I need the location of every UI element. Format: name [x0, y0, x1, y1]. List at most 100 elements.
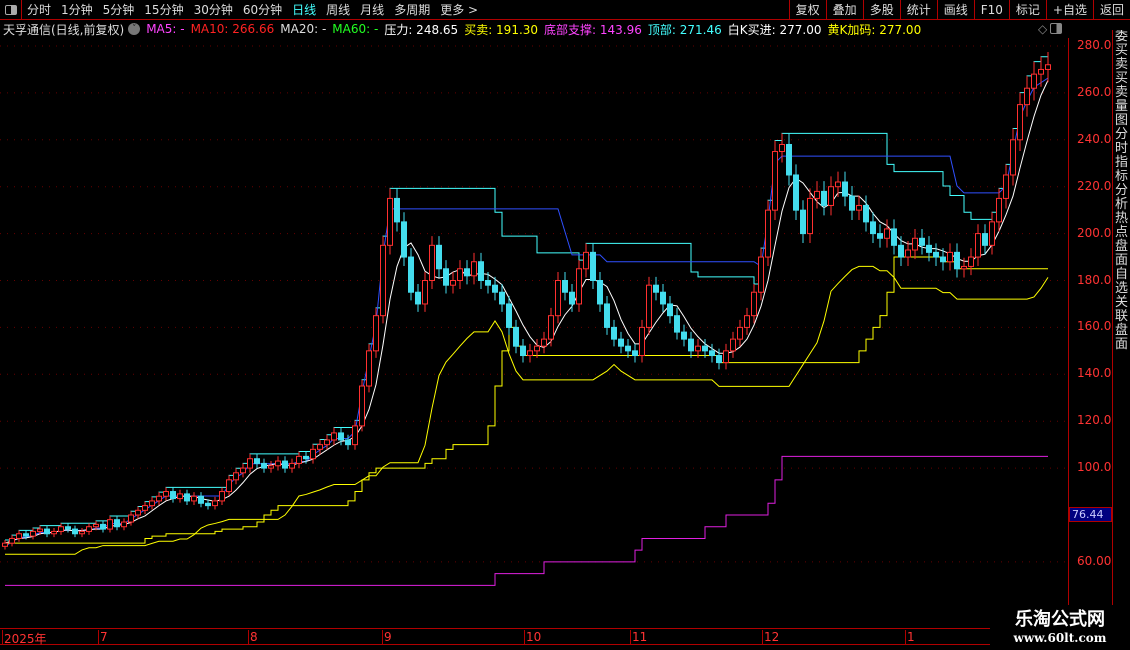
period-tab[interactable]: 多周期	[389, 1, 435, 18]
toolbar-button[interactable]: 统计	[899, 0, 937, 20]
candle-body	[296, 455, 302, 464]
period-tab[interactable]: 15分钟	[139, 1, 188, 18]
candle-body	[961, 265, 967, 270]
chevron-down-icon[interactable]: ˅	[128, 23, 141, 35]
candle-body	[16, 533, 22, 539]
period-tab[interactable]: 日线	[287, 1, 321, 18]
diamond-icon[interactable]: ◇	[1038, 22, 1047, 36]
period-tab[interactable]: 60分钟	[238, 1, 287, 18]
candle-body	[191, 495, 197, 502]
candle-body	[758, 256, 764, 293]
candle-body	[100, 523, 106, 530]
price-axis: 280.0 260.0 240.0 220.0 200.0 180.0 160.0 140.0…	[1068, 38, 1112, 628]
candle-body	[345, 439, 351, 446]
period-tab[interactable]: 1分钟	[56, 1, 98, 18]
panel-toggle-button[interactable]	[0, 0, 22, 20]
toolbar-button[interactable]: F10	[973, 0, 1009, 20]
toolbar-button[interactable]: 返回	[1092, 0, 1130, 20]
toolbar-button[interactable]: 多股	[862, 0, 900, 20]
toolbar-button[interactable]: 复权	[788, 0, 826, 20]
candle-body	[401, 221, 407, 258]
candle-body	[338, 432, 344, 441]
candle-body	[548, 315, 554, 340]
candle-body	[436, 244, 442, 270]
candle-body	[926, 244, 932, 253]
candle-body	[408, 256, 414, 293]
candle-body	[814, 190, 820, 199]
candle-body	[1038, 68, 1044, 75]
candle-body	[317, 444, 323, 450]
toolbar-button[interactable]: +自选	[1045, 0, 1093, 20]
period-tab[interactable]: 分时	[22, 1, 56, 18]
candle-body	[58, 526, 64, 532]
ma5-value: MA5: -	[146, 22, 185, 36]
candle-body	[478, 261, 484, 282]
candle-body	[163, 491, 169, 497]
period-tab[interactable]: 月线	[355, 1, 389, 18]
candle-body	[1031, 73, 1037, 89]
candle-body	[254, 458, 260, 464]
candle-body	[499, 291, 505, 305]
period-toolbar: 分时 1分钟 5分钟 15分钟 30分钟 60分钟 日线 周线 月线 多周期 更多 > 复权 叠加 多股…	[0, 0, 1130, 20]
period-tab[interactable]: 30分钟	[189, 1, 238, 18]
side-panel-tabs[interactable]: 委买卖买卖量图分时指标分析热点盘面自选关联盘面	[1112, 30, 1130, 630]
candle-body	[261, 462, 267, 469]
candle-body	[632, 350, 638, 357]
toolbar-button[interactable]: 标记	[1008, 0, 1046, 20]
ma-line	[4, 80, 1049, 544]
candle-body	[44, 528, 50, 535]
candle-body	[730, 338, 736, 352]
candle-body	[583, 251, 589, 270]
candle-body	[597, 280, 603, 305]
period-tab[interactable]: 更多 >	[435, 1, 483, 18]
top-value: 顶部: 271.46	[647, 22, 722, 37]
date-label: 9	[382, 630, 392, 645]
price-tick: 140.0	[1077, 366, 1112, 381]
candle-body	[240, 467, 246, 474]
candle-body	[457, 268, 463, 281]
candle-body	[233, 472, 239, 481]
candle-body	[429, 244, 435, 281]
candle-body	[247, 458, 253, 469]
candle-body	[520, 345, 526, 357]
candle-body	[310, 448, 316, 460]
candle-body	[450, 280, 456, 286]
candle-body	[303, 455, 309, 460]
candle-body	[541, 338, 547, 347]
price-tick: 280.0	[1077, 38, 1112, 52]
candle-body	[793, 174, 799, 211]
indicator-info-bar: 天孚通信(日线,前复权) ˅ MA5: - MA10: 266.66 MA20:…	[0, 20, 1068, 38]
date-label: 12	[762, 630, 780, 645]
date-label: 1	[905, 630, 915, 645]
candle-body	[954, 251, 960, 270]
candle-body	[170, 491, 176, 500]
candle-body	[513, 326, 519, 347]
candle-body	[492, 284, 498, 293]
pane-toggle-icon[interactable]	[1050, 23, 1062, 34]
candle-body	[282, 460, 288, 469]
support-value: 底部支撑: 143.96	[544, 22, 642, 37]
candle-body	[79, 530, 85, 535]
candle-body	[744, 315, 750, 328]
candlestick-chart[interactable]	[0, 38, 1068, 628]
candle-body	[618, 338, 624, 347]
candle-body	[569, 291, 575, 305]
candle-body	[940, 256, 946, 263]
candle-body	[695, 345, 701, 352]
period-tab[interactable]: 周线	[321, 1, 355, 18]
candle-body	[723, 350, 729, 364]
candle-body	[751, 291, 757, 317]
candle-body	[835, 181, 841, 188]
candle-body	[716, 355, 722, 364]
price-tick: 100.0	[1077, 460, 1112, 475]
candle-body	[856, 204, 862, 211]
price-tick: 200.0	[1077, 225, 1112, 240]
candle-body	[821, 190, 827, 206]
candle-body	[415, 291, 421, 305]
period-tab[interactable]: 5分钟	[98, 1, 140, 18]
candle-body	[639, 326, 645, 357]
candle-body	[828, 186, 834, 206]
toolbar-button[interactable]: 画线	[936, 0, 974, 20]
candle-body	[30, 530, 36, 537]
toolbar-button[interactable]: 叠加	[825, 0, 863, 20]
